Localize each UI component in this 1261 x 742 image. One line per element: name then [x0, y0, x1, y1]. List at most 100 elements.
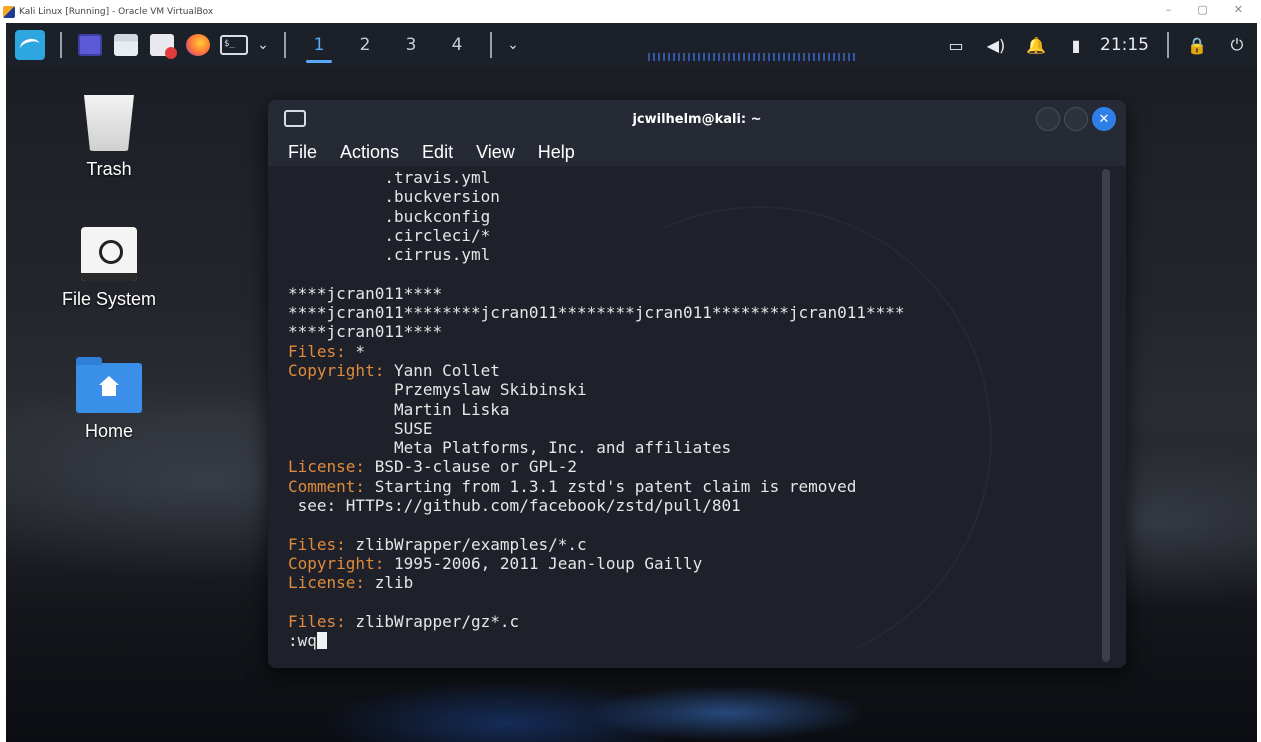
- terminal-field-value: Starting from 1.3.1 zstd's patent claim …: [365, 476, 857, 496]
- terminal-icon: [284, 110, 306, 127]
- maximize-button[interactable]: [1064, 107, 1088, 131]
- terminal-line: SUSE: [288, 419, 905, 438]
- command-line[interactable]: :wq: [288, 631, 905, 650]
- terminal-titlebar[interactable]: jcwilhelm@kali: ~ ✕: [268, 100, 1126, 138]
- application-menu-button[interactable]: [10, 23, 50, 67]
- host-minimize-button[interactable]: –: [1166, 3, 1172, 16]
- terminal-line: Copyright: Yann Collet: [288, 361, 905, 380]
- power-button[interactable]: ⏻: [1217, 23, 1257, 67]
- lock-icon: 🔒: [1187, 35, 1207, 55]
- terminal-line: License: BSD-3-clause or GPL-2: [288, 457, 905, 476]
- firefox-launcher[interactable]: [180, 23, 216, 67]
- terminal-field-key: Comment:: [288, 476, 366, 496]
- host-window-title: Kali Linux [Running] - Oracle VM Virtual…: [19, 6, 214, 17]
- terminal-field-value: .travis.yml: [288, 168, 491, 187]
- terminal-line: ****jcran011****: [288, 322, 905, 341]
- menu-file[interactable]: File: [288, 142, 317, 163]
- terminal-line: Comment: Starting from 1.3.1 zstd's pate…: [288, 477, 905, 496]
- terminal-field-value: Przemyslaw Skibinski: [288, 380, 587, 400]
- terminal-field-value: zlib: [365, 573, 414, 593]
- top-panel: $_ ⌄ 1 2 3 4 ⌄ ▭ ◀) 🔔 ▮ 21:15 🔒 ⏻: [6, 23, 1257, 67]
- command-input[interactable]: :wq: [288, 631, 317, 650]
- terminal-field-value: Yann Collet: [384, 360, 500, 380]
- menu-view[interactable]: View: [476, 142, 515, 163]
- bell-icon: 🔔: [1026, 35, 1046, 55]
- terminal-field-key: License:: [288, 573, 366, 593]
- terminal-field-key: Files:: [288, 611, 346, 631]
- battery-button[interactable]: ▮: [1056, 23, 1096, 67]
- desktop-icon-file-system[interactable]: File System: [39, 227, 179, 310]
- terminal-line: Files: *: [288, 342, 905, 361]
- panel-separator: [284, 32, 286, 58]
- terminal-line: .travis.yml: [288, 168, 905, 187]
- panel-separator: [1167, 32, 1169, 58]
- terminal-scrollbar[interactable]: [1102, 169, 1110, 662]
- menu-help[interactable]: Help: [538, 142, 575, 163]
- desktop-icon-home[interactable]: Home: [39, 357, 179, 442]
- terminal-icon: $_: [220, 35, 248, 55]
- terminal-text: .travis.yml .buckversion .buckconfig .ci…: [288, 168, 905, 650]
- lock-screen-button[interactable]: 🔒: [1177, 23, 1217, 67]
- terminal-line: see: HTTPs://github.com/facebook/zstd/pu…: [288, 496, 905, 515]
- window-list-dropdown[interactable]: ⌄: [502, 23, 524, 67]
- volume-button[interactable]: ◀): [976, 23, 1016, 67]
- terminal-title: jcwilhelm@kali: ~: [632, 111, 762, 127]
- terminal-line: .buckversion: [288, 187, 905, 206]
- terminal-field-value: ****jcran011****: [288, 322, 443, 342]
- kali-dragon-icon: [15, 30, 45, 60]
- workspace-3-button[interactable]: 3: [388, 23, 434, 67]
- terminal-line: Meta Platforms, Inc. and affiliates: [288, 438, 905, 457]
- terminal-window[interactable]: jcwilhelm@kali: ~ ✕ File Actions Edit Vi…: [268, 100, 1126, 668]
- workspace-1-button[interactable]: 1: [296, 23, 342, 67]
- terminal-line: .cirrus.yml: [288, 245, 905, 264]
- terminal-line: .circleci/*: [288, 226, 905, 245]
- menu-edit[interactable]: Edit: [422, 142, 453, 163]
- text-editor-icon: [150, 34, 177, 59]
- terminal-launcher[interactable]: $_: [216, 23, 252, 67]
- monitor-icon: ▭: [948, 35, 964, 55]
- menu-actions[interactable]: Actions: [340, 142, 399, 163]
- terminal-output[interactable]: .travis.yml .buckversion .buckconfig .ci…: [268, 166, 1126, 668]
- display-button[interactable]: ▭: [936, 23, 976, 67]
- terminal-line: ****jcran011********jcran011********jcra…: [288, 303, 905, 322]
- network-activity-graph: [648, 53, 858, 61]
- terminal-launcher-dropdown[interactable]: ⌄: [252, 23, 274, 67]
- panel-separator: [60, 32, 62, 58]
- minimize-button[interactable]: [1036, 107, 1060, 131]
- close-button[interactable]: ✕: [1092, 107, 1116, 131]
- terminal-field-value: Meta Platforms, Inc. and affiliates: [288, 438, 732, 458]
- system-tray: ▭ ◀) 🔔 ▮ 21:15 🔒 ⏻: [936, 23, 1257, 67]
- speaker-icon: ◀): [986, 35, 1006, 55]
- firefox-icon: [186, 34, 210, 56]
- terminal-line: ****jcran011****: [288, 284, 905, 303]
- terminal-field-value: ****jcran011****: [288, 283, 443, 303]
- workspace-4-button[interactable]: 4: [434, 23, 480, 67]
- text-cursor: [316, 632, 327, 650]
- terminal-field-value: .circleci/*: [288, 225, 491, 245]
- terminal-field-key: Files:: [288, 534, 346, 554]
- host-close-button[interactable]: ✕: [1234, 3, 1243, 16]
- terminal-line: Files: zlibWrapper/examples/*.c: [288, 535, 905, 554]
- terminal-field-value: BSD-3-clause or GPL-2: [365, 457, 577, 477]
- terminal-field-value: zlibWrapper/examples/*.c: [345, 534, 587, 554]
- file-manager-launcher[interactable]: [108, 23, 144, 67]
- clock[interactable]: 21:15: [1096, 35, 1159, 55]
- terminal-line: License: zlib: [288, 573, 905, 592]
- drive-icon: [81, 227, 137, 281]
- workspace-switcher: 1 2 3 4: [296, 23, 480, 67]
- terminal-field-value: *: [345, 341, 366, 361]
- workspace-2-button[interactable]: 2: [342, 23, 388, 67]
- text-editor-launcher[interactable]: [144, 23, 180, 67]
- desktop-icon-label: Home: [84, 421, 133, 441]
- desktop-icon-trash[interactable]: Trash: [39, 95, 179, 180]
- notifications-button[interactable]: 🔔: [1016, 23, 1056, 67]
- terminal-field-value: 1995-2006, 2011 Jean-loup Gailly: [384, 553, 703, 573]
- terminal-field-value: zlibWrapper/gz*.c: [345, 611, 520, 631]
- terminal-field-key: Copyright:: [288, 553, 385, 573]
- show-desktop-launcher[interactable]: [72, 23, 108, 67]
- terminal-field-value: SUSE: [288, 418, 433, 438]
- host-maximize-button[interactable]: ▢: [1197, 3, 1207, 16]
- home-folder-icon: [76, 357, 142, 413]
- trash-icon: [84, 95, 134, 151]
